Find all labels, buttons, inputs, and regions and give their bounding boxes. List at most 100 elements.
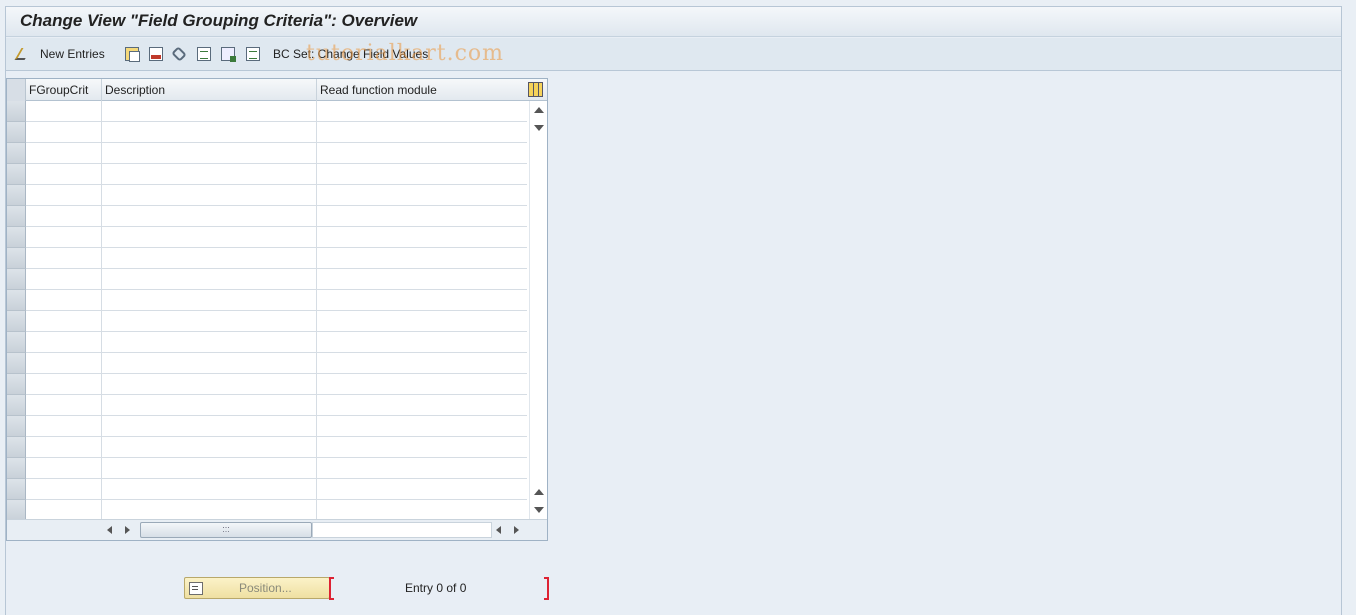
- position-button[interactable]: Position...: [184, 577, 330, 599]
- scroll-page-down-icon[interactable]: [534, 507, 544, 513]
- cell-read-function-module[interactable]: [317, 458, 527, 479]
- deselect-all-button[interactable]: [246, 45, 260, 63]
- select-all-button[interactable]: [197, 45, 211, 63]
- cell-read-function-module[interactable]: [317, 164, 527, 185]
- column-header-fgroupcrit[interactable]: FGroupCrit: [26, 79, 102, 101]
- cell-description[interactable]: [102, 164, 317, 185]
- cell-read-function-module[interactable]: [317, 416, 527, 437]
- cell-description[interactable]: [102, 143, 317, 164]
- scroll-page-up-icon[interactable]: [534, 489, 544, 495]
- cell-read-function-module[interactable]: [317, 311, 527, 332]
- scroll-thumb[interactable]: :::: [140, 522, 312, 538]
- cell-read-function-module[interactable]: [317, 332, 527, 353]
- cell-description[interactable]: [102, 122, 317, 143]
- column-header-read-function-module[interactable]: Read function module: [317, 79, 529, 101]
- copy-button[interactable]: [125, 45, 140, 63]
- row-selector[interactable]: [7, 416, 26, 437]
- row-selector[interactable]: [7, 206, 26, 227]
- scroll-left-icon[interactable]: [107, 526, 112, 534]
- undo-change-button[interactable]: [171, 45, 187, 63]
- select-all-rows-cell[interactable]: [7, 79, 26, 101]
- cell-description[interactable]: [102, 374, 317, 395]
- vertical-scrollbar[interactable]: [529, 101, 546, 519]
- cell-description[interactable]: [102, 332, 317, 353]
- cell-fgroupcrit[interactable]: [26, 332, 102, 353]
- row-selector[interactable]: [7, 437, 26, 458]
- row-selector[interactable]: [7, 374, 26, 395]
- cell-fgroupcrit[interactable]: [26, 416, 102, 437]
- row-selector[interactable]: [7, 500, 26, 521]
- cell-description[interactable]: [102, 311, 317, 332]
- cell-fgroupcrit[interactable]: [26, 311, 102, 332]
- cell-description[interactable]: [102, 101, 317, 122]
- row-selector[interactable]: [7, 353, 26, 374]
- horizontal-scrollbar[interactable]: :::: [7, 519, 547, 540]
- delete-button[interactable]: [149, 45, 163, 63]
- row-selector[interactable]: [7, 458, 26, 479]
- cell-read-function-module[interactable]: [317, 290, 527, 311]
- cell-fgroupcrit[interactable]: [26, 206, 102, 227]
- cell-description[interactable]: [102, 353, 317, 374]
- table-settings-icon[interactable]: [528, 82, 543, 97]
- cell-description[interactable]: [102, 269, 317, 290]
- cell-description[interactable]: [102, 248, 317, 269]
- cell-read-function-module[interactable]: [317, 500, 527, 521]
- cell-fgroupcrit[interactable]: [26, 227, 102, 248]
- cell-description[interactable]: [102, 395, 317, 416]
- cell-fgroupcrit[interactable]: [26, 290, 102, 311]
- cell-fgroupcrit[interactable]: [26, 122, 102, 143]
- cell-fgroupcrit[interactable]: [26, 479, 102, 500]
- cell-read-function-module[interactable]: [317, 248, 527, 269]
- cell-fgroupcrit[interactable]: [26, 101, 102, 122]
- cell-description[interactable]: [102, 206, 317, 227]
- cell-description[interactable]: [102, 500, 317, 521]
- cell-read-function-module[interactable]: [317, 479, 527, 500]
- row-selector[interactable]: [7, 122, 26, 143]
- cell-read-function-module[interactable]: [317, 101, 527, 122]
- row-selector[interactable]: [7, 395, 26, 416]
- cell-read-function-module[interactable]: [317, 122, 527, 143]
- bc-set-change-field-values-button[interactable]: BC Set: Change Field Values: [273, 45, 428, 63]
- cell-fgroupcrit[interactable]: [26, 269, 102, 290]
- row-selector[interactable]: [7, 143, 26, 164]
- cell-read-function-module[interactable]: [317, 437, 527, 458]
- select-block-button[interactable]: [221, 45, 236, 63]
- row-selector[interactable]: [7, 479, 26, 500]
- cell-description[interactable]: [102, 458, 317, 479]
- cell-fgroupcrit[interactable]: [26, 458, 102, 479]
- row-selector[interactable]: [7, 164, 26, 185]
- cell-fgroupcrit[interactable]: [26, 143, 102, 164]
- cell-fgroupcrit[interactable]: [26, 437, 102, 458]
- cell-fgroupcrit[interactable]: [26, 185, 102, 206]
- row-selector[interactable]: [7, 227, 26, 248]
- cell-fgroupcrit[interactable]: [26, 500, 102, 521]
- cell-read-function-module[interactable]: [317, 269, 527, 290]
- cell-description[interactable]: [102, 416, 317, 437]
- cell-description[interactable]: [102, 185, 317, 206]
- cell-read-function-module[interactable]: [317, 374, 527, 395]
- cell-read-function-module[interactable]: [317, 143, 527, 164]
- cell-fgroupcrit[interactable]: [26, 248, 102, 269]
- cell-read-function-module[interactable]: [317, 185, 527, 206]
- cell-description[interactable]: [102, 290, 317, 311]
- cell-fgroupcrit[interactable]: [26, 164, 102, 185]
- cell-read-function-module[interactable]: [317, 353, 527, 374]
- cell-fgroupcrit[interactable]: [26, 395, 102, 416]
- row-selector[interactable]: [7, 185, 26, 206]
- cell-fgroupcrit[interactable]: [26, 374, 102, 395]
- row-selector[interactable]: [7, 332, 26, 353]
- cell-description[interactable]: [102, 479, 317, 500]
- scroll-right-end-icon[interactable]: [514, 526, 519, 534]
- scroll-track[interactable]: [312, 522, 492, 538]
- scroll-up-icon[interactable]: [534, 107, 544, 113]
- new-entries-button[interactable]: New Entries: [14, 45, 105, 63]
- cell-description[interactable]: [102, 437, 317, 458]
- cell-read-function-module[interactable]: [317, 206, 527, 227]
- cell-read-function-module[interactable]: [317, 227, 527, 248]
- row-selector[interactable]: [7, 269, 26, 290]
- column-header-description[interactable]: Description: [102, 79, 317, 101]
- cell-read-function-module[interactable]: [317, 395, 527, 416]
- scroll-down-icon[interactable]: [534, 125, 544, 131]
- cell-fgroupcrit[interactable]: [26, 353, 102, 374]
- scroll-left-end-icon[interactable]: [496, 526, 501, 534]
